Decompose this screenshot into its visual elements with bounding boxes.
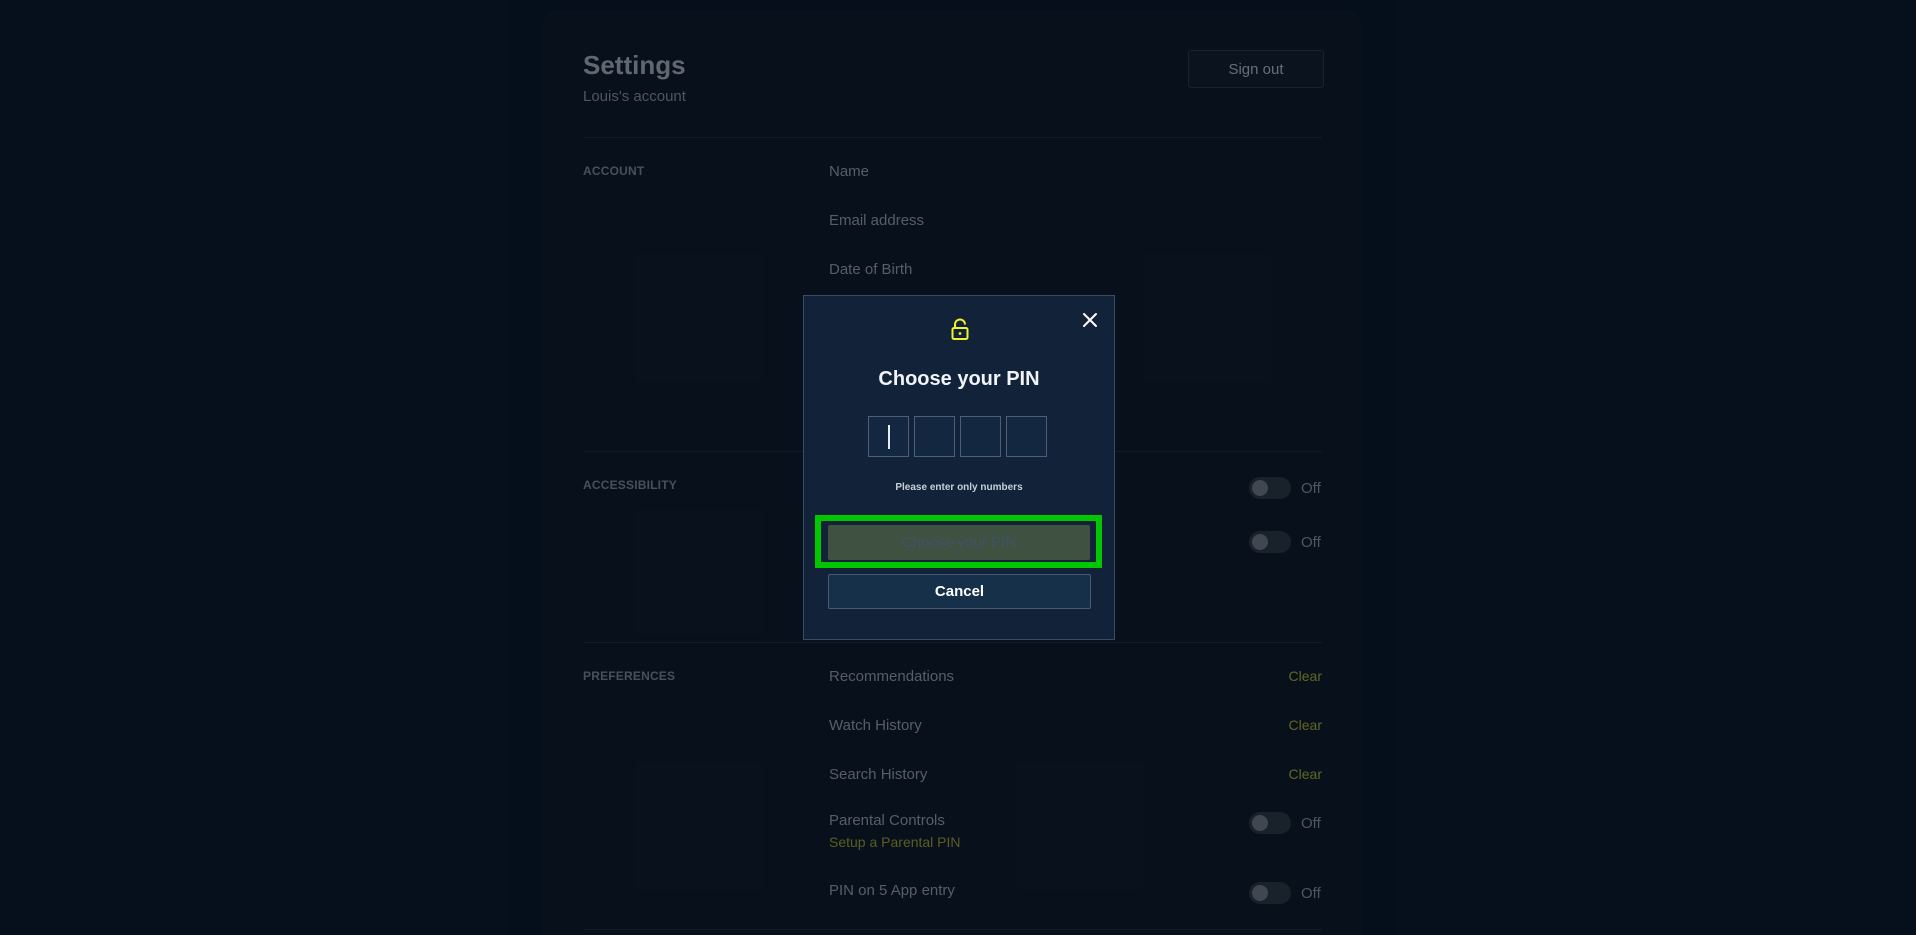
settings-page: Settings Louis's account Sign out ACCOUN…: [0, 0, 1916, 935]
pin-digit-2[interactable]: [914, 416, 955, 457]
pin-digit-1[interactable]: [868, 416, 909, 457]
pin-digit-3[interactable]: [960, 416, 1001, 457]
cancel-button[interactable]: Cancel: [828, 574, 1091, 609]
close-icon[interactable]: [1080, 310, 1100, 330]
pin-digit-4[interactable]: [1006, 416, 1047, 457]
pin-helper-text: Please enter only numbers: [895, 482, 1023, 493]
lock-icon: [951, 318, 969, 340]
pin-modal: Choose your PIN Please enter only number…: [803, 295, 1115, 640]
modal-title: Choose your PIN: [878, 368, 1040, 390]
pin-input-row: [868, 416, 1047, 457]
choose-pin-button[interactable]: Choose your PIN: [828, 525, 1090, 560]
